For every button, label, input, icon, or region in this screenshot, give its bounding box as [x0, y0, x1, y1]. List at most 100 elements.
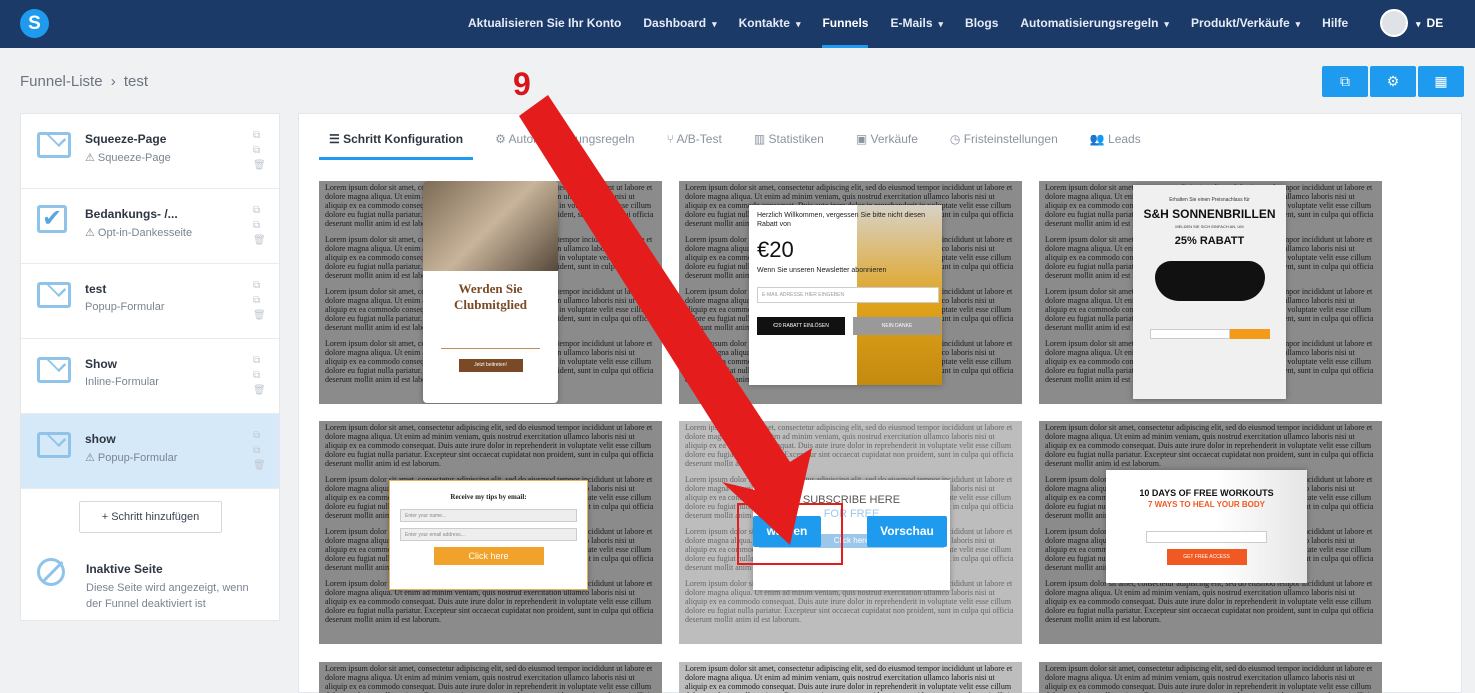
newsletter-line: Wenn Sie unseren Newsletter abonnieren [757, 267, 887, 274]
envelope-icon [37, 132, 71, 158]
gear-icon: ⚙ [1386, 73, 1400, 89]
inactive-page-description: Diese Seite wird angezeigt, wenn der Fun… [86, 582, 249, 610]
club-popup: Werden Sie Clubmitglied Jetzt beitreten! [423, 181, 558, 403]
tab-leads[interactable]: 👥 Leads [1080, 114, 1151, 160]
preview-template-button[interactable]: Vorschau [867, 516, 947, 547]
trash-icon[interactable]: 🗑 [253, 160, 266, 171]
hikers-image [423, 181, 558, 271]
sunglasses-image [1154, 261, 1265, 301]
ban-icon [37, 558, 65, 586]
template-thumbnail[interactable]: Lorem ipsum dolor sit amet, consectetur … [1039, 421, 1382, 644]
settings-button[interactable]: ⚙ [1370, 66, 1416, 97]
tab-ab-test[interactable]: ⑂ A/B-Test [657, 114, 732, 160]
sunglasses-pre: Erhalten Sie einen Preisnachlass für [1169, 197, 1250, 203]
nav-emails-label: E-Mails [890, 16, 933, 30]
open-external-button[interactable]: ⧉ [1322, 66, 1368, 97]
envelope-icon [37, 432, 71, 458]
funnel-steps-sidebar: Squeeze-Page ⚠ Squeeze-Page ⧉ ⧉ 🗑 ✔ Bedank… [20, 113, 280, 621]
breadcrumb-root[interactable]: Funnel-Liste [20, 73, 103, 90]
clone-icon[interactable]: ⧉ [253, 145, 266, 156]
step-item[interactable]: Show Inline-Formular ⧉ ⧉ 🗑 [21, 339, 279, 414]
tab-sales[interactable]: ▣ Verkäufe [846, 114, 928, 160]
funnel-actions: ⧉ ⚙ ▦ [1322, 66, 1464, 97]
clone-icon[interactable]: ⧉ [253, 295, 266, 306]
tab-step-config[interactable]: ☰ Schritt Konfiguration [319, 114, 474, 160]
copy-icon[interactable]: ⧉ [253, 205, 266, 216]
nav-automation-label: Automatisierungsregeln [1020, 16, 1159, 30]
trash-icon[interactable]: 🗑 [253, 235, 266, 246]
step-item[interactable]: test Popup-Formular ⧉ ⧉ 🗑 [21, 264, 279, 339]
step-title: show [85, 432, 116, 446]
sunglasses-form [1149, 329, 1270, 339]
template-thumbnail[interactable]: Lorem ipsum dolor sit amet, consectetur … [1039, 662, 1382, 693]
nav-contacts-label: Kontakte [738, 16, 790, 30]
external-link-icon: ⧉ [1340, 73, 1350, 89]
template-thumbnail[interactable]: Lorem ipsum dolor sit amet, consectetur … [319, 421, 662, 644]
nav-funnels[interactable]: Funnels [822, 0, 869, 48]
inactive-page-title[interactable]: Inaktive Seite [86, 562, 163, 576]
tab-statistics[interactable]: ▥ Statistiken [744, 114, 834, 160]
template-thumbnail[interactable]: Lorem ipsum dolor sit amet, consectetur … [679, 181, 1022, 404]
step-item-selected[interactable]: show ⚠ Popup-Formular ⧉ ⧉ 🗑 [21, 414, 279, 489]
step-item[interactable]: Squeeze-Page ⚠ Squeeze-Page ⧉ ⧉ 🗑 [21, 114, 279, 189]
language-selector[interactable]: ▾ DE [1416, 0, 1443, 48]
step-title: test [85, 282, 107, 296]
step-title: Show [85, 357, 117, 371]
trash-icon[interactable]: 🗑 [253, 310, 266, 321]
step-actions: ⧉ ⧉ 🗑 [253, 430, 266, 471]
discount-amount: €20 [757, 237, 794, 262]
tips-email-field: Enter your email address... [400, 528, 577, 541]
app-logo[interactable]: S [20, 9, 49, 38]
workouts-sub: 7 WAYS TO HEAL YOUR BODY [1147, 500, 1266, 509]
template-thumbnail[interactable]: Lorem ipsum dolor sit amet, consectetur … [319, 662, 662, 693]
template-thumbnail-hovered[interactable]: Lorem ipsum dolor sit amet, consectetur … [679, 421, 1022, 644]
chevron-down-icon: ▾ [938, 19, 944, 29]
workouts-popup: 10 DAYS OF FREE WORKOUTS 7 WAYS TO HEAL … [1106, 470, 1307, 583]
trash-icon[interactable]: 🗑 [253, 460, 266, 471]
nav-upgrade[interactable]: Aktualisieren Sie Ihr Konto [468, 0, 621, 48]
no-thanks-button: NEIN DANKE [853, 317, 941, 335]
nav-products-label: Produkt/Verkäufe [1190, 16, 1290, 30]
copy-icon[interactable]: ⧉ [253, 355, 266, 366]
lorem-background: Lorem ipsum dolor sit amet, consectetur … [325, 664, 653, 693]
workouts-title: 10 DAYS OF FREE WORKOUTS [1139, 488, 1274, 498]
nav-dashboard[interactable]: Dashboard ▾ [643, 0, 716, 48]
gift-button[interactable]: ▦ [1418, 66, 1464, 97]
redeem-button: €20 RABATT EINLÖSEN [757, 317, 845, 335]
copy-icon[interactable]: ⧉ [253, 280, 266, 291]
step-title: Squeeze-Page [85, 132, 167, 146]
user-avatar[interactable] [1380, 9, 1408, 37]
chevron-down-icon: ▾ [795, 19, 801, 29]
template-thumbnail[interactable]: Lorem ipsum dolor sit amet, consectetur … [679, 662, 1022, 693]
nav-help[interactable]: Hilfe [1322, 0, 1348, 48]
trash-icon[interactable]: 🗑 [253, 385, 266, 396]
envelope-icon [37, 357, 71, 383]
step-actions: ⧉ ⧉ 🗑 [253, 280, 266, 321]
add-step-button[interactable]: + Schritt hinzufügen [79, 501, 222, 533]
clone-icon[interactable]: ⧉ [253, 220, 266, 231]
tips-title: Receive my tips by email: [450, 493, 527, 501]
tab-deadlines[interactable]: ◷ Fristeinstellungen [940, 114, 1068, 160]
clone-icon[interactable]: ⧉ [253, 445, 266, 456]
clone-icon[interactable]: ⧉ [253, 370, 266, 381]
nav-blogs[interactable]: Blogs [965, 0, 998, 48]
copy-icon[interactable]: ⧉ [253, 430, 266, 441]
template-thumbnail[interactable]: Lorem ipsum dolor sit amet, consectetur … [1039, 181, 1382, 404]
nav-contacts[interactable]: Kontakte ▾ [739, 0, 801, 48]
step-type: Inline-Formular [85, 376, 159, 388]
step-item[interactable]: ✔ Bedankungs- /... ⚠ Opt-in-Dankesseite … [21, 189, 279, 264]
copy-icon[interactable]: ⧉ [253, 130, 266, 141]
nav-blogs-label: Blogs [965, 16, 999, 30]
nav-automation[interactable]: Automatisierungsregeln ▾ [1020, 0, 1169, 48]
language-label: DE [1426, 16, 1444, 30]
newsletter-intro: Herzlich Willkommen, vergessen Sie bitte… [757, 212, 926, 228]
chevron-down-icon: ▾ [1295, 19, 1301, 29]
step-type: Popup-Formular [85, 301, 165, 313]
tab-automation[interactable]: ⚙ Automatisierungsregeln [485, 114, 645, 160]
nav-products[interactable]: Produkt/Verkäufe ▾ [1191, 0, 1300, 48]
club-title: Werden Sie Clubmitglied [454, 281, 527, 312]
sunglasses-discount: 25% RABATT [1174, 235, 1245, 247]
annotation-number: 9 [513, 66, 531, 102]
nav-emails[interactable]: E-Mails ▾ [890, 0, 943, 48]
template-thumbnail[interactable]: Lorem ipsum dolor sit amet, consectetur … [319, 181, 662, 404]
